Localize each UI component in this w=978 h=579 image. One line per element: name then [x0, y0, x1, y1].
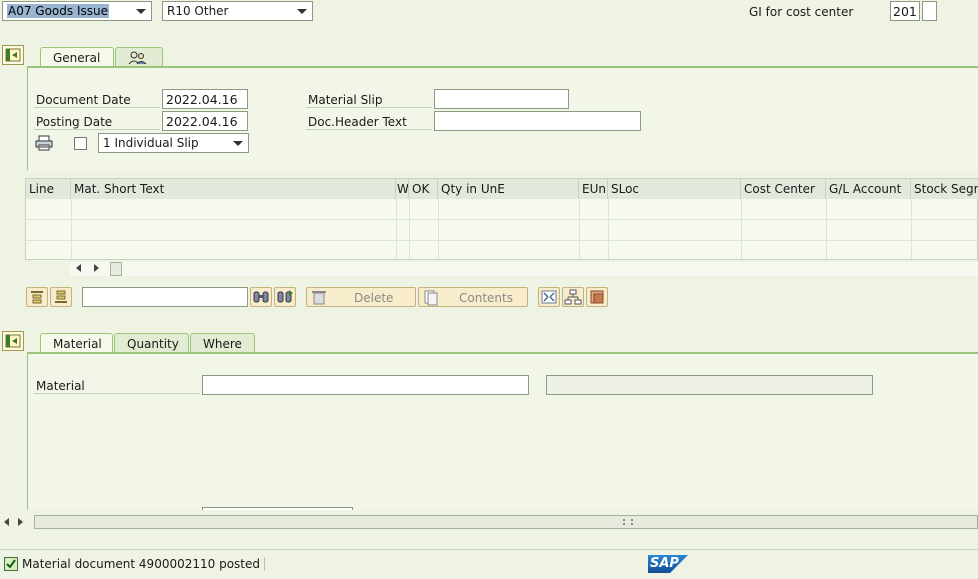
delete-button[interactable]: Delete — [306, 287, 416, 307]
layout-button[interactable] — [586, 287, 608, 307]
material-field[interactable] — [202, 375, 529, 395]
column-divider — [608, 199, 609, 261]
column-divider — [911, 199, 912, 261]
table-row[interactable] — [26, 220, 977, 241]
print-version-value: 1 Individual Slip — [103, 136, 199, 150]
table-row[interactable] — [26, 241, 977, 261]
status-bar: Material document 4900002110 posted SAP — [0, 549, 978, 579]
header-toggle-button[interactable] — [2, 45, 24, 65]
chevron-down-icon — [297, 9, 307, 14]
movement-select-value: R10 Other — [167, 4, 229, 18]
scroll-thumb[interactable] — [110, 262, 122, 276]
hierarchy-button[interactable] — [562, 287, 584, 307]
scroll-right-icon[interactable] — [18, 518, 23, 526]
column-divider — [409, 199, 410, 261]
column-divider — [396, 199, 397, 261]
binoculars-next-icon — [277, 290, 293, 303]
doc-header-text-label: Doc.Header Text — [306, 115, 432, 130]
document-date-field[interactable]: 2022.04.16 — [162, 89, 248, 109]
chevron-down-icon — [136, 9, 146, 14]
sap-logo-text: SAP — [650, 556, 679, 571]
main-hscroll[interactable] — [0, 514, 978, 530]
tab-where-label: Where — [203, 337, 242, 351]
contents-button[interactable]: Contents — [418, 287, 528, 307]
print-version-select[interactable]: 1 Individual Slip — [98, 133, 249, 153]
scroll-left-icon[interactable] — [4, 518, 9, 526]
success-check-icon — [4, 557, 18, 571]
column-divider — [741, 199, 742, 261]
expand-panel-icon — [5, 48, 21, 62]
printer-icon[interactable] — [35, 135, 53, 154]
expand-all-button[interactable] — [538, 287, 560, 307]
sort-descending-button[interactable] — [50, 287, 72, 307]
column-divider — [579, 199, 580, 261]
items-table: Line Mat. Short Text W OK Qty in UnE EUn… — [25, 178, 978, 261]
chevron-down-icon — [233, 141, 243, 146]
table-hscroll[interactable] — [70, 262, 978, 276]
material-slip-label: Material Slip — [306, 93, 432, 108]
column-header-w[interactable]: W — [396, 179, 409, 199]
grip-icon — [623, 519, 633, 525]
column-divider — [438, 199, 439, 261]
tab-quantity-label: Quantity — [127, 337, 179, 351]
trash-icon — [312, 291, 326, 305]
tab-material-label: Material — [53, 337, 102, 351]
partial-hidden-field — [202, 507, 353, 510]
column-header-mat-short-text[interactable]: Mat. Short Text — [71, 179, 396, 199]
sort-ascending-button[interactable] — [26, 287, 48, 307]
movement-type-field[interactable]: 201 — [890, 1, 920, 21]
tab-material[interactable]: Material — [40, 333, 113, 353]
table-search-input[interactable] — [82, 287, 248, 307]
column-header-eun[interactable]: EUn — [579, 179, 608, 199]
find-button[interactable] — [250, 287, 272, 307]
material-description-field — [546, 375, 873, 395]
tab-where[interactable]: Where — [190, 333, 255, 353]
column-header-gl-account[interactable]: G/L Account — [826, 179, 911, 199]
tab-general-label: General — [53, 51, 101, 65]
partner-icon — [128, 51, 147, 65]
tab-partner[interactable] — [115, 47, 163, 67]
expand-panel-icon — [5, 334, 21, 348]
posting-date-field[interactable]: 2022.04.16 — [162, 111, 248, 131]
movement-select[interactable]: R10 Other — [162, 1, 313, 21]
gi-cost-center-label: GI for cost center — [749, 5, 854, 19]
tab-quantity[interactable]: Quantity — [114, 333, 189, 353]
column-header-qty[interactable]: Qty in UnE — [438, 179, 579, 199]
scroll-right-icon[interactable] — [94, 264, 99, 272]
contents-button-label: Contents — [459, 291, 513, 305]
status-message[interactable]: Material document 4900002110 posted — [22, 557, 266, 571]
posting-date-label: Posting Date — [34, 115, 160, 130]
column-header-sloc[interactable]: SLoc — [608, 179, 741, 199]
scroll-left-icon[interactable] — [76, 264, 81, 272]
column-header-cost-center[interactable]: Cost Center — [741, 179, 826, 199]
binoculars-icon — [253, 291, 269, 303]
column-divider — [826, 199, 827, 261]
align-bottom-icon — [55, 290, 67, 303]
document-date-label: Document Date — [34, 93, 160, 108]
detail-toggle-button[interactable] — [2, 331, 24, 351]
column-header-stock-segment[interactable]: Stock Segm — [911, 179, 978, 199]
movement-type-extra-field[interactable] — [922, 1, 937, 21]
scroll-thumb[interactable] — [34, 515, 978, 529]
expand-icon — [541, 290, 557, 304]
transaction-select[interactable]: A07 Goods Issue — [2, 1, 152, 21]
material-label: Material — [34, 379, 200, 394]
column-header-ok[interactable]: OK — [409, 179, 438, 199]
layout-icon — [590, 290, 604, 304]
align-top-icon — [31, 291, 43, 304]
sap-logo: SAP — [648, 555, 688, 573]
hierarchy-icon — [564, 289, 582, 305]
find-next-button[interactable] — [274, 287, 296, 307]
tab-general[interactable]: General — [40, 47, 114, 67]
material-slip-field[interactable] — [434, 89, 569, 109]
document-icon — [424, 290, 438, 306]
table-row[interactable] — [26, 199, 977, 220]
doc-header-text-field[interactable] — [434, 111, 641, 131]
delete-button-label: Delete — [354, 291, 394, 305]
print-checkbox[interactable] — [74, 137, 87, 150]
column-header-line[interactable]: Line — [26, 179, 71, 199]
column-divider — [71, 199, 72, 261]
transaction-select-value: A07 Goods Issue — [7, 4, 109, 18]
